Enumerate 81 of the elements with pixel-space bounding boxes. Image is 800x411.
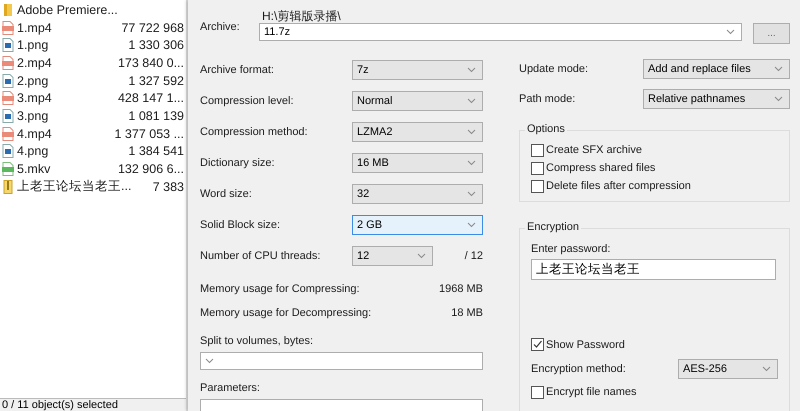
group-title: Options xyxy=(525,123,567,135)
file-size: 1 330 306 xyxy=(128,38,185,52)
dropdown[interactable]: 12 xyxy=(352,246,433,266)
dropdown[interactable]: Relative pathnames xyxy=(643,89,790,109)
dropdown[interactable]: 32 xyxy=(352,184,483,204)
chevron-icon xyxy=(774,66,783,72)
file-name[interactable]: 上老王论坛当老王... xyxy=(17,178,153,196)
checkbox[interactable] xyxy=(531,386,544,399)
folder-icon xyxy=(1,2,15,17)
field-label: Compression level: xyxy=(200,94,295,106)
file-size: 132 906 6... xyxy=(118,162,185,176)
checkbox[interactable] xyxy=(531,144,544,156)
chevron-icon xyxy=(467,160,476,166)
checkbox-label: Compress shared files xyxy=(546,162,656,174)
file-size: 173 840 0... xyxy=(118,56,185,70)
chevron-icon xyxy=(417,252,426,258)
archive-combo[interactable]: 11.7z xyxy=(259,23,742,41)
field-label: Update mode: xyxy=(519,63,588,75)
checkbox-label: Encrypt file names xyxy=(546,386,636,398)
file-name[interactable]: 3.mp4 xyxy=(17,91,118,106)
field-label: Compression method: xyxy=(200,126,309,138)
field-label: Split to volumes, bytes: xyxy=(200,335,314,347)
file-size: 428 147 1... xyxy=(118,91,185,106)
chevron-icon xyxy=(467,222,476,228)
chevron-icon xyxy=(762,366,771,372)
group-title: Encryption xyxy=(525,221,581,233)
file-name[interactable]: Adobe Premiere... xyxy=(17,2,186,17)
dropdown[interactable]: 7z xyxy=(352,60,483,80)
file-size: 1 384 541 xyxy=(128,144,185,158)
file-name[interactable]: 5.mkv xyxy=(17,162,118,176)
dropdown[interactable]: AES-256 xyxy=(678,358,778,378)
chevron-icon xyxy=(774,96,783,102)
checkbox[interactable] xyxy=(531,162,544,174)
checkbox-label: Create SFX archive xyxy=(546,144,642,156)
file-size: 1 081 139 xyxy=(128,108,185,123)
file-size: 1 377 053 ... xyxy=(114,126,185,141)
dropdown[interactable]: LZMA2 xyxy=(352,122,483,142)
file-name[interactable]: 2.mp4 xyxy=(17,56,118,70)
memory-value: 1968 MB xyxy=(438,283,483,295)
chevron-icon xyxy=(467,128,476,134)
dropdown[interactable]: Normal xyxy=(352,90,483,110)
archive-path: H:\剪辑版录播\ xyxy=(261,8,341,23)
file-name[interactable]: 4.png xyxy=(17,144,128,158)
field-label: Memory usage for Compressing: xyxy=(200,283,360,295)
field-label: Path mode: xyxy=(519,93,576,105)
file-name[interactable]: 4.mp4 xyxy=(17,126,114,141)
memory-value: 18 MB xyxy=(451,307,483,319)
password-field[interactable]: 上老王论坛当老王 xyxy=(531,259,776,280)
field-label: Memory usage for Decompressing: xyxy=(200,307,372,319)
thread-max: / 12 xyxy=(464,250,483,262)
dropdown[interactable]: 2 GB xyxy=(352,214,483,234)
checkbox-label: Delete files after compression xyxy=(546,180,691,192)
dropdown[interactable]: Add and replace files xyxy=(643,59,790,79)
field-label: Dictionary size: xyxy=(200,156,276,168)
file-size: 77 722 968 xyxy=(121,20,185,35)
file-size: 1 327 592 xyxy=(128,74,185,88)
file-name[interactable]: 2.png xyxy=(17,74,128,88)
checkbox-label: Show Password xyxy=(546,338,625,351)
field-label: Archive: xyxy=(200,20,241,32)
field-label: Enter password: xyxy=(531,243,612,255)
field-label: Encryption method: xyxy=(531,362,626,374)
field-label: Parameters: xyxy=(200,382,261,394)
dropdown[interactable]: 16 MB xyxy=(352,152,483,172)
field-label: Word size: xyxy=(200,188,253,200)
chevron-icon xyxy=(467,190,476,196)
chevron-icon xyxy=(726,29,735,35)
checkbox[interactable] xyxy=(531,180,544,192)
file-name[interactable]: 3.png xyxy=(17,108,128,123)
browse-button[interactable]: ... xyxy=(753,23,790,44)
status-text: 0 / 11 object(s) selected xyxy=(2,399,118,411)
checkbox[interactable] xyxy=(531,338,544,352)
archive-file-icon xyxy=(1,180,15,194)
field-label: Number of CPU threads: xyxy=(200,250,322,262)
field-label: Solid Block size: xyxy=(200,218,282,230)
file-name[interactable]: 1.png xyxy=(17,38,128,52)
chevron-icon xyxy=(467,66,476,72)
chevron-icon xyxy=(205,358,214,364)
file-name[interactable]: 1.mp4 xyxy=(17,20,122,35)
chevron-icon xyxy=(467,98,476,104)
field-label: Archive format: xyxy=(200,64,275,76)
file-size: 7 383 xyxy=(152,180,185,194)
